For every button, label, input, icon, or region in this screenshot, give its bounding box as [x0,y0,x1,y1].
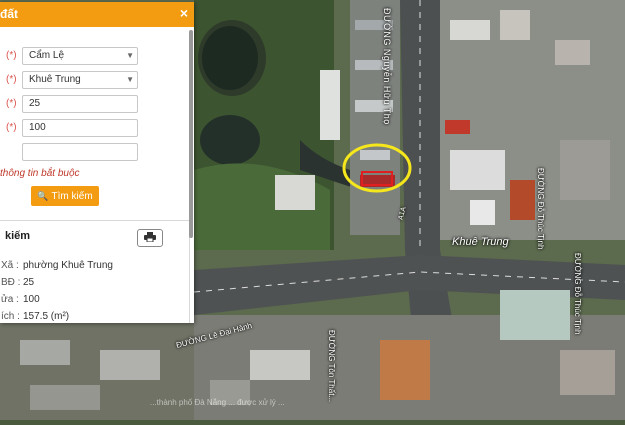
chevron-down-icon: ▼ [126,75,134,84]
required-marker: (*) [6,98,17,109]
required-note: thông tin bắt buộc [0,168,80,179]
result-value: 157.5 (m²) [23,311,70,322]
panel-header: đất × [0,2,194,27]
search-icon: 🔍 [37,191,49,201]
result-label: ích : [1,311,20,322]
map-copyright: ...thành phố Đà Nẵng ... được xử lý ... [150,398,285,407]
required-marker: (*) [6,74,17,85]
required-marker: (*) [6,122,17,133]
parcel-number-value: 100 [29,122,46,133]
ward-map-label: Khuê Trung [452,236,509,248]
chevron-down-icon: ▼ [126,51,134,60]
ward-value: Khuê Trung [29,74,81,85]
search-button[interactable]: 🔍 Tìm kiếm [31,186,99,206]
result-label: BĐ : [1,277,21,288]
district-value: Cẩm Lệ [29,50,65,61]
map-sheet-input[interactable]: 25 [22,95,138,113]
result-label: ửa : [1,294,19,305]
print-button[interactable] [137,229,163,247]
road-label: ĐƯỜNG Tôn Thất... [327,330,336,403]
printer-icon [144,232,156,243]
results-box: kiếm Xã : phường Khuê Trung BĐ : 25 ửa :… [0,220,190,323]
required-marker: (*) [6,50,17,61]
parcel-number-input[interactable]: 100 [22,119,138,137]
road-label: ĐƯỜNG Đỗ Thúc Tịnh [536,168,545,250]
panel-title: đất [0,7,18,21]
road-label: ĐƯỜNG Nguyễn Hữu Thọ [382,8,392,125]
results-title: kiếm [5,230,31,242]
map-sheet-value: 25 [29,98,41,109]
close-icon[interactable]: × [180,5,188,21]
search-button-label: Tìm kiếm [51,191,93,202]
extra-input[interactable] [22,143,138,161]
panel-scrollbar[interactable] [189,30,193,238]
district-select[interactable]: Cẩm Lệ ▼ [22,47,138,65]
result-value: phường Khuê Trung [23,260,113,271]
road-label: ĐƯỜNG Đỗ Thúc Tịnh [573,253,582,335]
result-label: Xã : [1,260,19,271]
ward-select[interactable]: Khuê Trung ▼ [22,71,138,89]
result-value: 25 [23,277,35,288]
parcel-search-panel: đất × (*) Cẩm Lệ ▼ (*) Khuê Trung ▼ (*) … [0,2,194,323]
result-value: 100 [23,294,40,305]
